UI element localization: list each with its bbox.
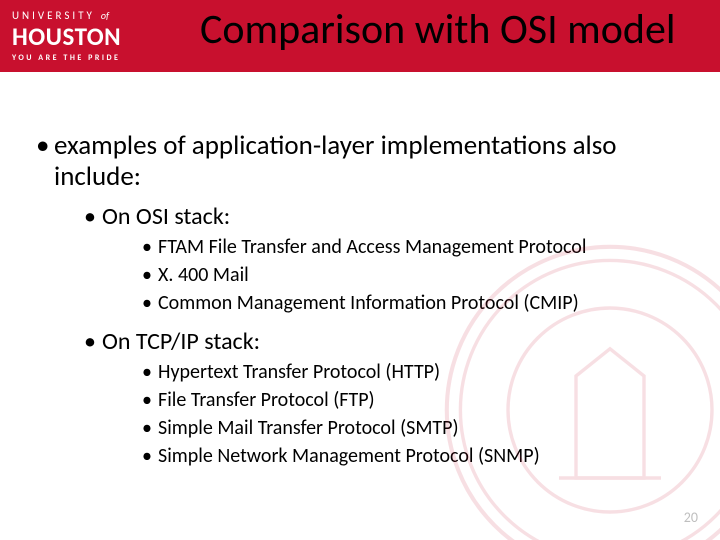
- bullet-text: On OSI stack:: [102, 202, 230, 231]
- logo-tagline: YOU ARE THE PRIDE: [12, 53, 195, 63]
- bullet-dot-icon: •: [142, 444, 158, 468]
- bullet-dot-icon: •: [84, 202, 102, 231]
- bullet-text: examples of application-layer implementa…: [54, 130, 688, 192]
- background-seal-watermark: [440, 240, 720, 540]
- bullet-dot-icon: •: [142, 291, 158, 315]
- bullet-text: Hypertext Transfer Protocol (HTTP): [158, 360, 440, 384]
- bullet-dot-icon: •: [36, 130, 54, 192]
- university-logo: UNIVERSITYof HOUSTON YOU ARE THE PRIDE: [0, 0, 195, 72]
- logo-main: HOUSTON: [12, 24, 195, 49]
- bullet-dot-icon: •: [142, 263, 158, 287]
- page-number: 20: [684, 509, 698, 526]
- bullet-dot-icon: •: [84, 327, 102, 356]
- bullet-dot-icon: •: [142, 388, 158, 412]
- bullet-lvl1: • examples of application-layer implemen…: [36, 130, 688, 192]
- bullet-text: Simple Mail Transfer Protocol (SMTP): [158, 416, 459, 440]
- header-bar: UNIVERSITYof HOUSTON YOU ARE THE PRIDE C…: [0, 0, 720, 72]
- bullet-text: On TCP/IP stack:: [102, 327, 260, 356]
- bullet-text: File Transfer Protocol (FTP): [158, 388, 375, 412]
- bullet-dot-icon: •: [142, 235, 158, 259]
- bullet-text: X. 400 Mail: [158, 263, 249, 287]
- bullet-dot-icon: •: [142, 360, 158, 384]
- bullet-lvl2: • On OSI stack:: [84, 202, 688, 231]
- slide-title: Comparison with OSI model: [200, 4, 675, 55]
- bullet-dot-icon: •: [142, 416, 158, 440]
